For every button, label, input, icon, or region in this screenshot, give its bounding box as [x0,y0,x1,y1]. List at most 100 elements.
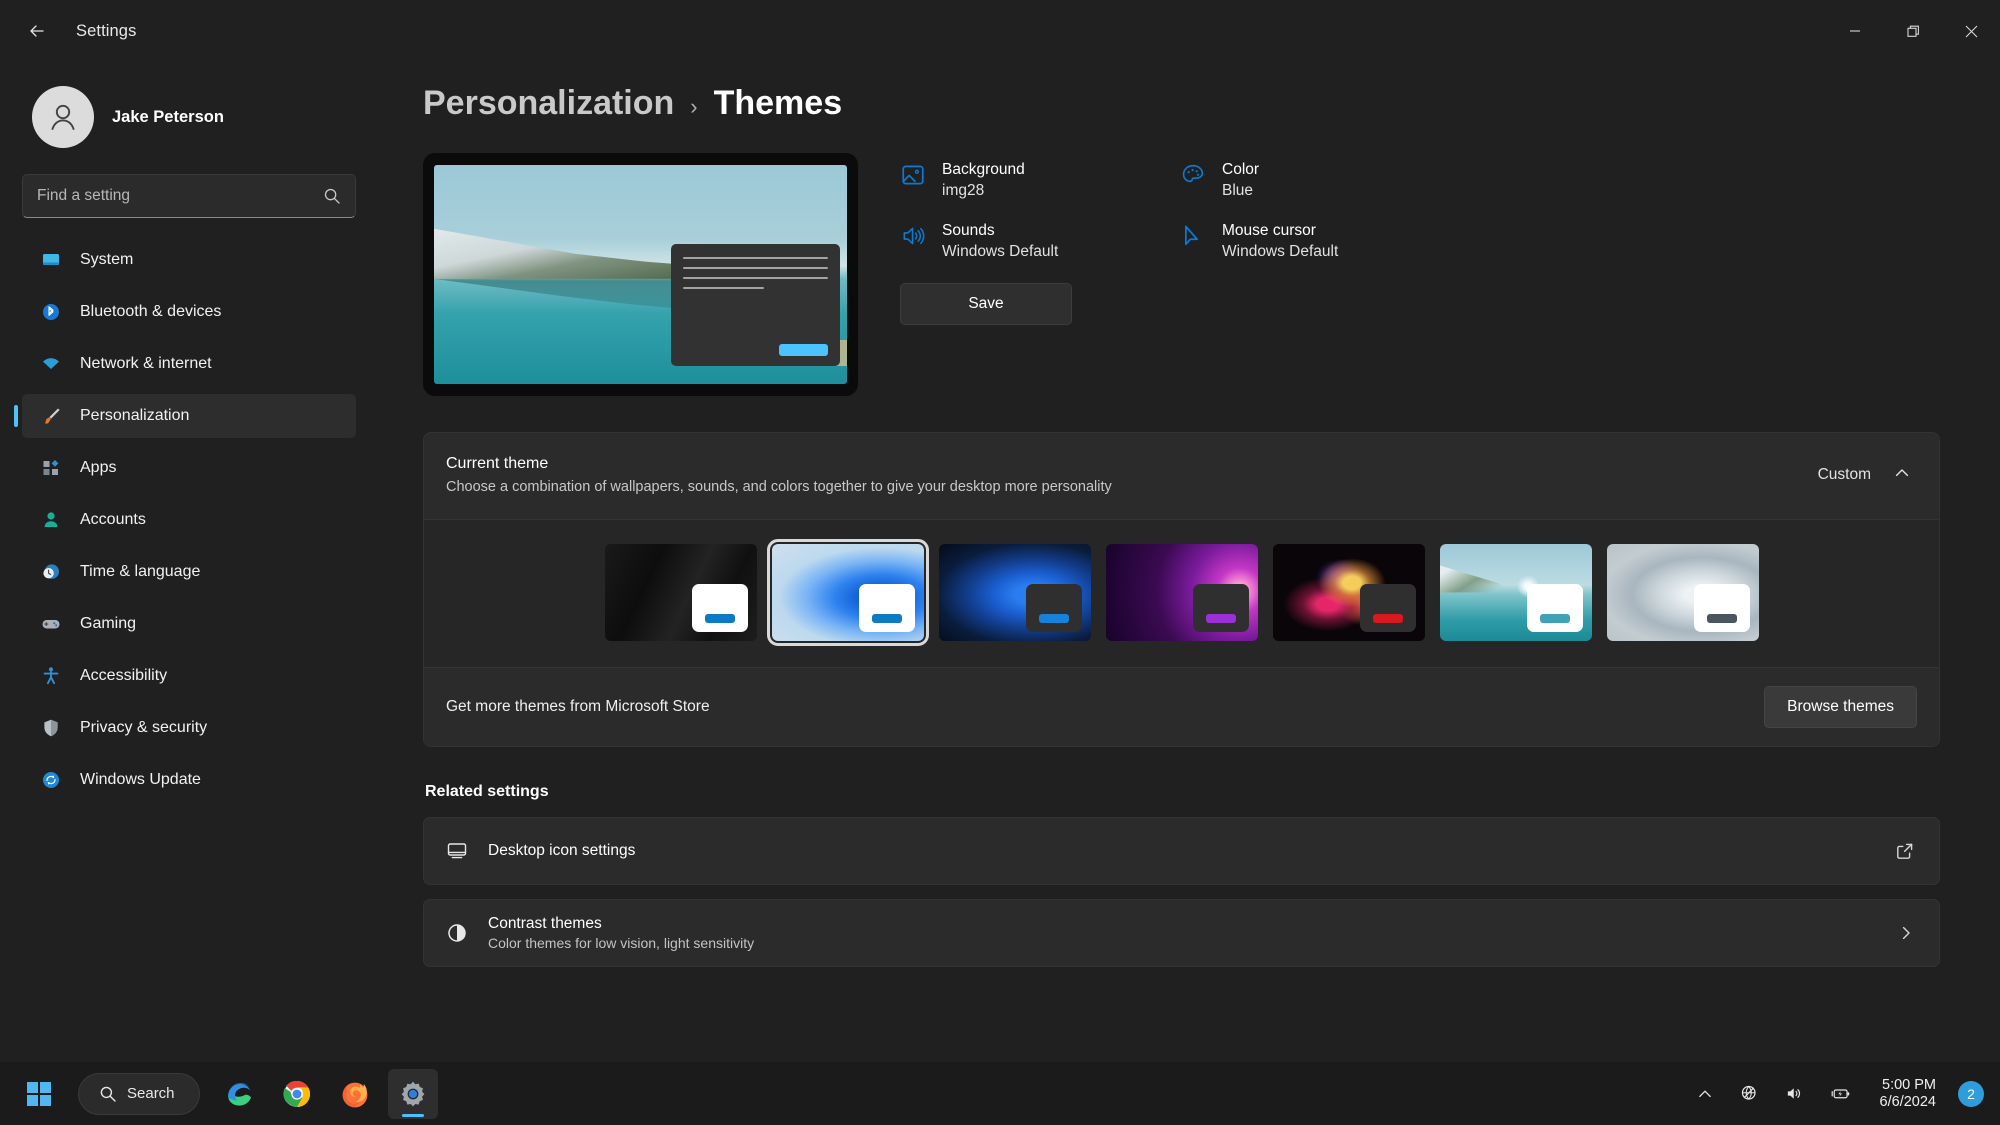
theme-tile[interactable] [1606,544,1759,641]
shield-icon [40,717,62,739]
start-button[interactable] [14,1069,64,1119]
theme-property-value: Windows Default [942,243,1059,260]
search-input[interactable] [37,187,323,205]
tray-battery-button[interactable] [1824,1078,1858,1109]
sidebar-item-network-internet[interactable]: Network & internet [22,342,356,386]
sidebar-item-bluetooth-devices[interactable]: Bluetooth & devices [22,290,356,334]
mock-line [682,286,765,289]
sidebar-item-accessibility[interactable]: Accessibility [22,654,356,698]
sidebar-item-accounts[interactable]: Accounts [22,498,356,542]
current-theme-value: Custom [1817,466,1871,483]
gamepad-icon [40,613,62,635]
theme-tile-accent [1539,614,1570,623]
window-title: Settings [76,21,137,40]
image-icon [900,162,926,188]
volume-icon [1787,1088,1800,1099]
sidebar-item-time-language[interactable]: Time & language [22,550,356,594]
theme-tile-mock-window [1359,584,1416,632]
minimize-button[interactable] [1826,0,1884,62]
theme-tile[interactable] [766,539,929,646]
breadcrumb-separator-icon: › [690,94,698,119]
sidebar-item-personalization[interactable]: Personalization [14,394,356,438]
mock-line [682,256,828,259]
clock-date: 6/6/2024 [1879,1094,1936,1110]
firefox-icon [342,1082,367,1107]
theme-tile-mock-window [858,584,915,632]
taskbar-app-settings[interactable] [387,1068,438,1119]
close-button[interactable] [1942,0,2000,62]
current-theme-title: Current theme [446,455,549,472]
theme-tile[interactable] [1272,544,1425,641]
taskbar: Search 5:00 PM 6/6/2024 2 [0,1062,2000,1125]
palette-icon [1180,162,1206,188]
sidebar-item-system[interactable]: System [22,238,356,282]
taskbar-app-chrome[interactable] [272,1069,322,1119]
chevron-up-icon [1698,1090,1711,1097]
user-profile[interactable]: Jake Peterson [22,62,356,158]
theme-property-name: Sounds [942,222,995,239]
theme-property-mouse-cursor[interactable]: Mouse cursor Windows Default [1180,222,1460,261]
theme-tile[interactable] [1105,544,1258,641]
taskbar-app-edge[interactable] [214,1069,264,1119]
theme-tile[interactable] [938,544,1091,641]
mock-line [682,266,828,269]
sidebar-item-apps[interactable]: Apps [22,446,356,490]
person-avatar-icon [51,104,75,130]
sidebar-item-label: System [80,251,134,268]
title-bar: Settings [0,0,2000,62]
theme-tile[interactable] [604,544,757,641]
person-icon [40,509,62,531]
related-row-title: Contrast themes [488,915,602,932]
update-icon [40,769,62,791]
related-row-desktop-icon-settings[interactable]: Desktop icon settings [423,817,1940,885]
profile-name: Jake Peterson [112,107,224,126]
back-button[interactable] [14,11,60,51]
current-theme-expander[interactable]: Custom [1818,464,1911,487]
notification-badge[interactable]: 2 [1958,1080,1984,1107]
current-theme-subtitle: Choose a combination of wallpapers, soun… [446,479,1112,495]
tray-overflow-button[interactable] [1690,1079,1720,1109]
theme-property-value: Windows Default [1222,243,1339,260]
tray-network-button[interactable] [1734,1078,1765,1109]
globe-no-internet-icon [1741,1085,1756,1100]
sidebar: Jake Peterson System Bluetooth [0,62,378,1062]
paintbrush-icon [40,405,62,427]
theme-tile-accent [871,614,902,623]
bluetooth-icon [40,301,62,323]
taskbar-app-firefox[interactable] [330,1069,380,1119]
theme-tile-mock-window [1025,584,1082,632]
restore-button[interactable] [1884,0,1942,62]
theme-property-sounds[interactable]: Sounds Windows Default [900,222,1180,261]
system-tray: 5:00 PM 6/6/2024 2 [1690,1073,1984,1114]
search-box[interactable] [22,174,356,218]
avatar [32,86,94,148]
save-button[interactable]: Save [900,283,1072,325]
sidebar-item-windows-update[interactable]: Windows Update [22,758,356,802]
sidebar-item-label: Network & internet [80,355,212,372]
contrast-icon [446,922,476,944]
theme-property-background[interactable]: Background img28 [900,161,1180,200]
sidebar-item-privacy-security[interactable]: Privacy & security [22,706,356,750]
edge-icon [227,1082,251,1106]
sidebar-item-gaming[interactable]: Gaming [22,602,356,646]
theme-tile-mock-window [1693,584,1750,632]
current-theme-header[interactable]: Current theme Choose a combination of wa… [424,433,1939,519]
theme-preview-monitor [423,153,858,396]
browse-themes-button[interactable]: Browse themes [1764,686,1917,728]
breadcrumb-parent[interactable]: Personalization [423,84,674,123]
speaker-icon [900,223,926,249]
theme-property-color[interactable]: Color Blue [1180,161,1460,200]
desktop-icon [446,840,476,862]
taskbar-clock[interactable]: 5:00 PM 6/6/2024 [1872,1073,1944,1114]
theme-property-value: img28 [942,182,985,199]
tray-volume-button[interactable] [1779,1078,1810,1109]
taskbar-search-button[interactable]: Search [78,1072,200,1115]
theme-tile[interactable] [1439,544,1592,641]
theme-preview-row: Background img28 Color Blue Sounds Windo… [423,153,1940,396]
mock-dialog [670,243,840,367]
theme-tile-accent [704,614,735,623]
related-row-contrast-themes[interactable]: Contrast themes Color themes for low vis… [423,899,1940,967]
theme-tile-mock-window [691,584,748,632]
sidebar-item-label: Accounts [80,511,146,528]
mock-accent-button [778,344,828,357]
